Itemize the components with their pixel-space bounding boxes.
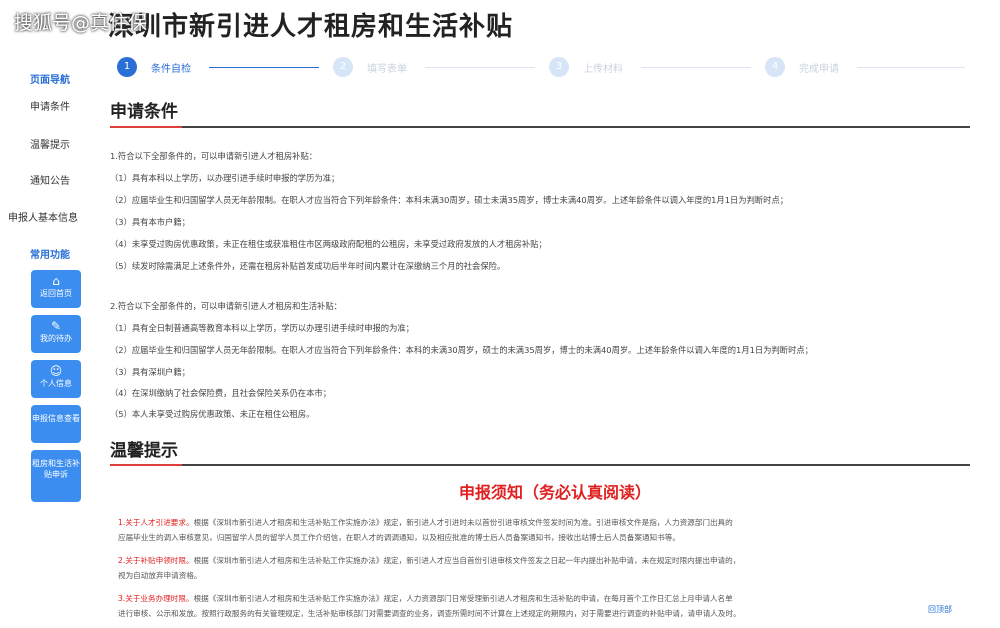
step-4-label: 完成申请 xyxy=(799,64,839,75)
notice-line-text: 应届毕业生的调入审核意见，归国留学人员的留学人员工作介绍信，在职人才的调调通知，… xyxy=(118,533,680,542)
conditions-heading: 申请条件 xyxy=(110,102,178,122)
step-progress: 1 条件自检 2 填写表单 3 上传材料 4 完成申请 xyxy=(113,55,973,79)
notice-title: 申报须知（务必认真阅读） xyxy=(458,483,651,502)
step-connector xyxy=(641,67,751,68)
rent-item: （5）续发时除需满足上述条件外，还需在租房补贴首发成功后半年时间内累计在深缴纳三… xyxy=(110,261,506,271)
home-icon: ⌂ xyxy=(52,274,60,288)
life-item: （4）在深圳缴纳了社会保险费，且社会保险关系仍在本市； xyxy=(110,388,331,398)
notice-line-highlight: 2.关于补贴申领时限。 xyxy=(118,556,194,565)
step-2-label: 填写表单 xyxy=(367,64,407,75)
user-icon: ☺ xyxy=(49,364,63,378)
section-divider xyxy=(110,126,970,128)
view-application-button[interactable]: 申报信息查看 xyxy=(31,405,81,443)
step-1-circle: 1 xyxy=(117,57,137,77)
section-divider-accent xyxy=(110,464,182,466)
sidebar-item-notices[interactable]: 通知公告 xyxy=(0,172,100,187)
todo-label: 我的待办 xyxy=(40,334,72,343)
rent-intro: 1.符合以下全部条件的，可以申请新引进人才租房补贴： xyxy=(110,151,318,161)
notice-line-text: 视为自动放弃申请资格。 xyxy=(118,571,202,580)
life-intro: 2.符合以下全部条件的，可以申请新引进人才租房和生活补贴： xyxy=(110,301,342,311)
todo-button[interactable]: ✎ 我的待办 xyxy=(31,315,81,353)
step-3-label: 上传材料 xyxy=(583,64,623,75)
watermark: 搜狐号@真住保 xyxy=(14,12,148,34)
life-item: （5）本人未享受过购房优惠政策、未正在租住公租房。 xyxy=(110,409,315,419)
notice-line: 进行审核、公示和发放。按照行政服务的有关管理规定，生活补贴审核部门对需要调查的业… xyxy=(118,608,741,619)
notice-line: 2.关于补贴申领时限。根据《深圳市新引进人才租房和生活补贴工作实施办法》规定，新… xyxy=(118,555,740,566)
nav-heading: 页面导航 xyxy=(30,75,70,86)
notice-line: 视为自动放弃申请资格。 xyxy=(118,570,202,581)
step-2-circle: 2 xyxy=(333,57,353,77)
sidebar-item-applicant-info[interactable]: 申报人基本信息 xyxy=(8,209,100,224)
rent-item: （4）未享受过购房优惠政策，未正在租住或获准租住市区两级政府配租的公租房，未享受… xyxy=(110,239,547,249)
home-button[interactable]: ⌂ 返回首页 xyxy=(31,270,81,308)
edit-icon: ✎ xyxy=(50,319,62,333)
step-connector xyxy=(857,67,965,68)
notice-line-text: 根据《深圳市新引进人才租房和生活补贴工作实施办法》规定，新引进人才应当自首份引进… xyxy=(193,556,741,565)
section-divider-accent xyxy=(110,126,182,128)
back-to-top-link[interactable]: 回顶部 xyxy=(928,604,952,615)
home-label: 返回首页 xyxy=(40,289,72,298)
profile-label: 个人信息 xyxy=(40,379,72,388)
life-item: （1）具有全日制普通高等教育本科以上学历，学历以办理引进手续时申报的为准； xyxy=(110,323,414,333)
rent-item: （3）具有本市户籍； xyxy=(110,217,190,227)
notice-line: 3.关于业务办理时限。根据《深圳市新引进人才租房和生活补贴工作实施办法》规定，人… xyxy=(118,593,733,604)
step-4-circle: 4 xyxy=(765,57,785,77)
notice-line-text: 根据《深圳市新引进人才租房和生活补贴工作实施办法》规定，人力资源部门日常受理新引… xyxy=(193,594,733,603)
notice-line-text: 进行审核、公示和发放。按照行政服务的有关管理规定，生活补贴审核部门对需要调查的业… xyxy=(118,609,741,618)
tools-heading: 常用功能 xyxy=(30,250,70,261)
step-connector xyxy=(209,67,319,68)
sidebar: 页面导航 申请条件 温馨提示 通知公告 申报人基本信息 常用功能 ⌂ 返回首页 … xyxy=(0,60,100,628)
view-application-label: 申报信息查看 xyxy=(32,414,80,423)
section-divider xyxy=(110,464,970,466)
rent-item: （2）应届毕业生和归国留学人员无年龄限制。在职人才应当符合下列年龄条件：本科未满… xyxy=(110,195,789,205)
rent-item: （1）具有本科以上学历，以办理引进手续时申报的学历为准； xyxy=(110,173,340,183)
sidebar-item-tips[interactable]: 温馨提示 xyxy=(0,136,100,151)
notice-line-highlight: 3.关于业务办理时限。 xyxy=(118,594,194,603)
life-item: （2）应届毕业生和归国留学人员无年龄限制。在职人才应当符合下列年龄条件：本科的未… xyxy=(110,345,813,355)
step-1-label: 条件自检 xyxy=(151,64,191,75)
notice-line: 应届毕业生的调入审核意见，归国留学人员的留学人员工作介绍信，在职人才的调调通知，… xyxy=(118,532,680,543)
notice-line-text: 根据《深圳市新引进人才租房和生活补贴工作实施办法》规定，新引进人才引进时未以首份… xyxy=(193,518,733,527)
appeal-label: 租房和生活补贴申诉 xyxy=(32,459,80,479)
life-item: （3）具有深圳户籍； xyxy=(110,367,190,377)
page-title: 深圳市新引进人才租房和生活补贴 xyxy=(108,12,514,42)
notice-line: 1.关于人才引进要求。根据《深圳市新引进人才租房和生活补贴工作实施办法》规定，新… xyxy=(118,517,733,528)
tips-heading: 温馨提示 xyxy=(110,441,178,461)
profile-button[interactable]: ☺ 个人信息 xyxy=(31,360,81,398)
sidebar-item-conditions[interactable]: 申请条件 xyxy=(0,98,100,113)
step-connector xyxy=(425,67,535,68)
notice-line-highlight: 1.关于人才引进要求。 xyxy=(118,518,194,527)
step-3-circle: 3 xyxy=(549,57,569,77)
